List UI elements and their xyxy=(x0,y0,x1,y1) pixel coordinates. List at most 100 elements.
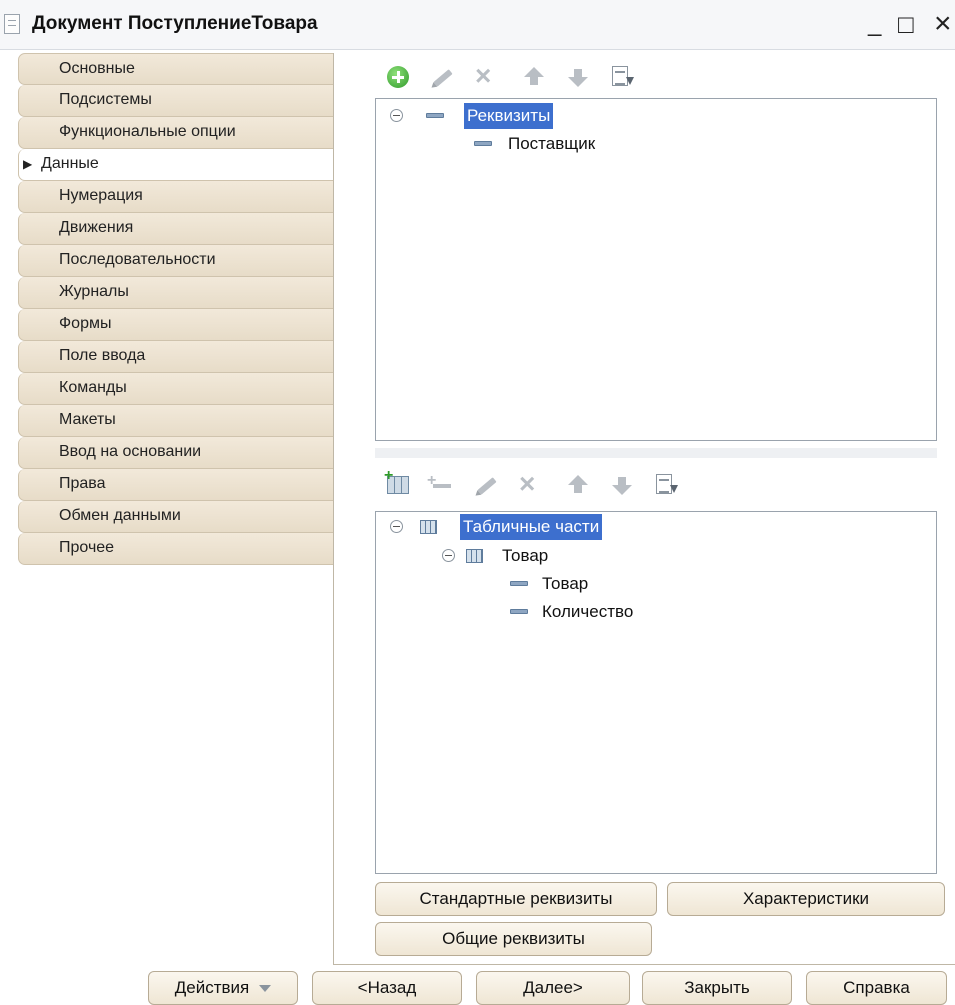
sidebar-item-vvod-na-osnovanii[interactable]: Ввод на основании xyxy=(18,437,334,469)
sort-table-button[interactable] xyxy=(653,472,679,498)
attribute-icon xyxy=(474,141,492,146)
collapse-icon[interactable] xyxy=(390,109,403,122)
delete-icon: × xyxy=(475,60,492,91)
attribute-icon xyxy=(510,581,528,586)
sidebar-item-label: Макеты xyxy=(59,411,116,428)
collapse-icon[interactable] xyxy=(442,549,455,562)
sidebar-item-label: Движения xyxy=(59,219,134,236)
common-attributes-button[interactable]: Общие реквизиты xyxy=(375,922,652,956)
sidebar-item-label: Данные xyxy=(41,155,99,172)
tree-node-quantity[interactable]: Количество xyxy=(390,599,690,625)
arrow-down-icon xyxy=(612,477,632,495)
add-attribute-button[interactable] xyxy=(385,64,411,90)
maximize-button[interactable]: □ xyxy=(898,10,914,38)
sidebar-item-label: Ввод на основании xyxy=(59,443,202,460)
sidebar-item-posledovatelnosti[interactable]: Последовательности xyxy=(18,245,334,277)
tree-node-label: Поставщик xyxy=(508,134,596,153)
next-button[interactable]: Далее> xyxy=(476,971,630,1005)
standard-attributes-button[interactable]: Стандартные реквизиты xyxy=(375,882,657,916)
sidebar-item-label: Основные xyxy=(59,60,135,77)
sort-list-icon xyxy=(656,474,678,494)
delete-icon: × xyxy=(519,468,536,499)
title-bar: Документ ПоступлениеТовара _ □ × xyxy=(0,0,955,50)
tree-node-supplier[interactable]: Поставщик xyxy=(390,131,690,157)
arrow-up-icon xyxy=(524,67,544,85)
sidebar-item-label: Журналы xyxy=(59,283,129,300)
sidebar-item-podsistemy[interactable]: Подсистемы xyxy=(18,85,334,117)
sidebar-item-osnovnye[interactable]: Основные xyxy=(18,53,334,85)
add-table-icon xyxy=(384,467,409,494)
tree-node-label: Реквизиты xyxy=(464,103,554,129)
arrow-down-icon xyxy=(568,69,588,87)
close-button[interactable]: Закрыть xyxy=(642,971,792,1005)
collapse-icon[interactable] xyxy=(390,520,403,533)
pencil-icon xyxy=(477,477,497,495)
sidebar-item-label: Формы xyxy=(59,315,112,332)
characteristics-button[interactable]: Характеристики xyxy=(667,882,945,916)
chevron-down-icon xyxy=(259,985,272,993)
add-table-attribute-button[interactable] xyxy=(427,472,453,498)
arrow-up-icon xyxy=(568,475,588,493)
attribute-icon xyxy=(510,609,528,614)
attributes-tree[interactable]: Реквизиты Поставщик xyxy=(375,98,937,441)
sidebar-item-label: Команды xyxy=(59,379,127,396)
help-button[interactable]: Справка xyxy=(806,971,947,1005)
sort-button[interactable] xyxy=(609,64,635,90)
sidebar-item-obmen-dannymi[interactable]: Обмен данными xyxy=(18,501,334,533)
back-button[interactable]: <Назад xyxy=(312,971,462,1005)
add-attribute-icon xyxy=(427,472,451,490)
sidebar-item-dannye[interactable]: Данные xyxy=(18,149,334,181)
sidebar-item-makety[interactable]: Макеты xyxy=(18,405,334,437)
sidebar-item-label: Последовательности xyxy=(59,251,216,268)
move-up-button[interactable] xyxy=(521,64,547,90)
attribute-icon xyxy=(426,113,444,118)
sidebar-item-label: Права xyxy=(59,475,106,492)
sidebar-item-komandy[interactable]: Команды xyxy=(18,373,334,405)
sidebar-item-numeratsiya[interactable]: Нумерация xyxy=(18,181,334,213)
sidebar-item-label: Обмен данными xyxy=(59,507,181,524)
document-icon xyxy=(4,14,20,34)
sidebar-item-formy[interactable]: Формы xyxy=(18,309,334,341)
sidebar-nav: Основные Подсистемы Функциональные опции… xyxy=(18,53,334,565)
sidebar-item-label: Подсистемы xyxy=(59,91,152,108)
edit-table-button[interactable] xyxy=(473,472,499,498)
table-icon xyxy=(420,520,437,534)
tabular-parts-toolbar: × xyxy=(384,467,705,500)
tree-node-label: Товар xyxy=(502,546,549,565)
sidebar-item-pole-vvoda[interactable]: Поле ввода xyxy=(18,341,334,373)
actions-button[interactable]: Действия xyxy=(148,971,298,1005)
actions-label: Действия xyxy=(174,978,250,997)
add-table-button[interactable] xyxy=(384,467,411,498)
sidebar-item-label: Функциональные опции xyxy=(59,123,236,140)
edit-attribute-button[interactable] xyxy=(429,64,455,90)
move-table-up-button[interactable] xyxy=(565,472,591,498)
pencil-icon xyxy=(433,69,453,87)
sort-list-icon xyxy=(612,66,634,86)
sidebar-item-prava[interactable]: Права xyxy=(18,469,334,501)
sidebar-item-label: Нумерация xyxy=(59,187,143,204)
minimize-button[interactable]: _ xyxy=(868,10,881,38)
tabular-parts-tree[interactable]: Табличные части Товар Товар Количество xyxy=(375,511,937,874)
sidebar-item-label: Поле ввода xyxy=(59,347,146,364)
sidebar-item-zhurnaly[interactable]: Журналы xyxy=(18,277,334,309)
tree-node-tabular-parts[interactable]: Табличные части xyxy=(390,514,690,540)
panel-splitter[interactable] xyxy=(375,448,937,458)
sidebar-item-dvizheniya[interactable]: Движения xyxy=(18,213,334,245)
tree-node-label: Количество xyxy=(542,602,634,621)
delete-table-button[interactable]: × xyxy=(519,468,545,499)
tree-node-product-table[interactable]: Товар xyxy=(390,543,690,569)
table-icon xyxy=(466,549,483,563)
tree-node-attributes[interactable]: Реквизиты xyxy=(390,103,650,129)
tree-node-product[interactable]: Товар xyxy=(390,571,690,597)
tree-node-label: Товар xyxy=(542,574,589,593)
sidebar-item-funktsionalnye-optsii[interactable]: Функциональные опции xyxy=(18,117,334,149)
sidebar-item-label: Прочее xyxy=(59,539,115,556)
sidebar-item-prochee[interactable]: Прочее xyxy=(18,533,334,565)
move-table-down-button[interactable] xyxy=(609,472,635,498)
tree-node-label: Табличные части xyxy=(460,514,603,540)
close-window-button[interactable]: × xyxy=(934,9,952,39)
delete-attribute-button[interactable]: × xyxy=(475,60,501,91)
window-title: Документ ПоступлениеТовара xyxy=(32,13,318,34)
attributes-toolbar: × xyxy=(385,60,685,92)
move-down-button[interactable] xyxy=(565,64,591,90)
